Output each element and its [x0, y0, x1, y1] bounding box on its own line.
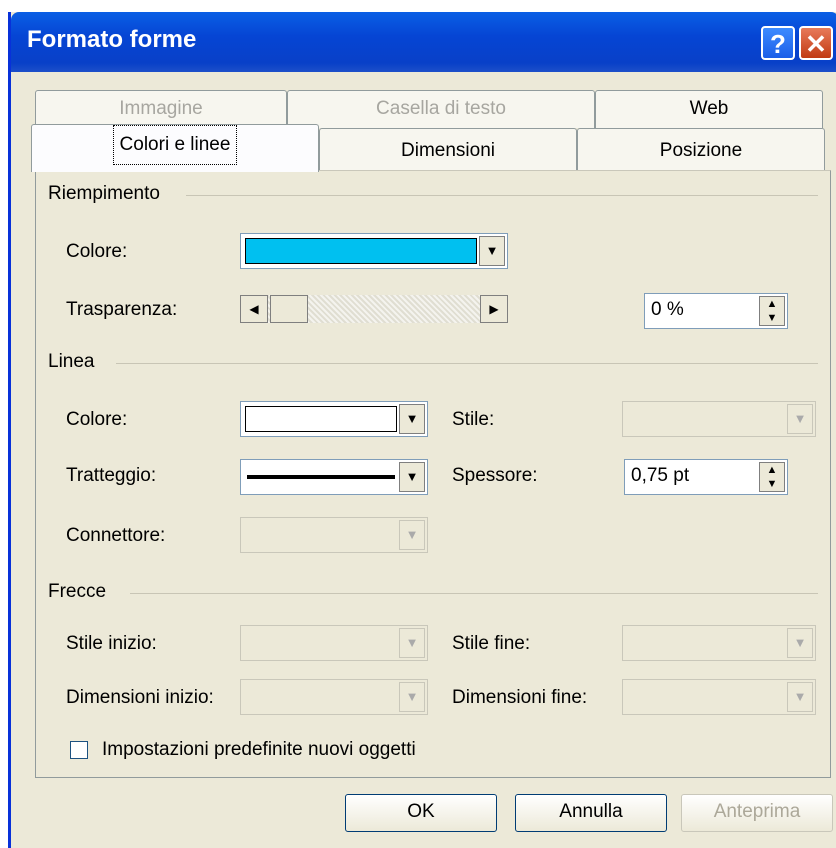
fill-color-label: Colore:	[66, 241, 128, 262]
end-style-label: Stile fine:	[452, 633, 531, 654]
dash-line-sample	[247, 475, 395, 479]
weight-input[interactable]: 0,75 pt ▲ ▼	[624, 459, 788, 495]
chevron-down-icon[interactable]: ▼	[787, 682, 813, 712]
fill-color-swatch	[245, 238, 477, 264]
tab-colori-e-linee[interactable]: Colori e linee	[31, 124, 319, 172]
help-button[interactable]: ?	[761, 26, 795, 60]
default-checkbox[interactable]	[70, 741, 88, 759]
title-bar[interactable]: Formato forme ? ✕	[11, 12, 836, 72]
scroll-right-icon[interactable]: ▶	[480, 295, 508, 323]
transparency-slider[interactable]: ◀ ▶	[240, 295, 508, 323]
dash-dropdown[interactable]: ▼	[240, 459, 428, 495]
ok-button[interactable]: OK	[345, 794, 497, 832]
chevron-down-icon[interactable]: ▼	[399, 462, 425, 492]
close-button[interactable]: ✕	[799, 26, 833, 60]
spin-down-icon[interactable]: ▼	[760, 477, 784, 491]
connector-label: Connettore:	[66, 525, 166, 546]
transparency-input[interactable]: 0 % ▲ ▼	[644, 293, 788, 329]
preview-button[interactable]: Anteprima	[681, 794, 833, 832]
chevron-down-icon[interactable]: ▼	[479, 236, 505, 266]
line-section-title: Linea	[48, 351, 95, 372]
transparency-label: Trasparenza:	[66, 299, 178, 320]
tab-label: Casella di testo	[376, 98, 506, 119]
chevron-down-icon[interactable]: ▼	[399, 628, 425, 658]
chevron-down-icon[interactable]: ▼	[399, 404, 425, 434]
tab-label: Colori e linee	[112, 125, 238, 165]
window-title: Formato forme	[27, 26, 197, 53]
begin-size-label: Dimensioni inizio:	[66, 687, 214, 708]
cancel-button[interactable]: Annulla	[515, 794, 667, 832]
divider	[130, 593, 818, 594]
line-color-swatch	[245, 406, 397, 432]
tab-panel: Riempimento Colore: ▼ Trasparenza: ◀ ▶ 0…	[35, 170, 831, 778]
chevron-down-icon[interactable]: ▼	[787, 628, 813, 658]
tab-label: Immagine	[119, 98, 203, 119]
close-icon: ✕	[805, 29, 827, 59]
fill-section-title: Riempimento	[48, 183, 160, 204]
weight-spinner[interactable]: ▲ ▼	[759, 462, 785, 492]
spin-up-icon[interactable]: ▲	[760, 463, 784, 477]
connector-dropdown[interactable]: ▼	[240, 517, 428, 553]
chevron-down-icon[interactable]: ▼	[787, 404, 813, 434]
end-size-label: Dimensioni fine:	[452, 687, 588, 708]
begin-style-label: Stile inizio:	[66, 633, 157, 654]
transparency-spinner[interactable]: ▲ ▼	[759, 296, 785, 326]
fill-color-dropdown[interactable]: ▼	[240, 233, 508, 269]
spin-down-icon[interactable]: ▼	[760, 311, 784, 325]
weight-value: 0,75 pt	[631, 465, 690, 486]
chevron-down-icon[interactable]: ▼	[399, 520, 425, 550]
line-color-dropdown[interactable]: ▼	[240, 401, 428, 437]
help-icon: ?	[770, 29, 786, 59]
divider	[186, 195, 818, 196]
transparency-value: 0 %	[651, 299, 684, 320]
tab-immagine[interactable]: Immagine	[35, 90, 287, 128]
arrows-section-title: Frecce	[48, 581, 107, 602]
divider	[116, 363, 818, 364]
end-style-dropdown[interactable]: ▼	[622, 625, 816, 661]
tab-dimensioni[interactable]: Dimensioni	[319, 128, 577, 170]
begin-style-dropdown[interactable]: ▼	[240, 625, 428, 661]
end-size-dropdown[interactable]: ▼	[622, 679, 816, 715]
weight-label: Spessore:	[452, 465, 538, 486]
scroll-left-icon[interactable]: ◀	[240, 295, 268, 323]
chevron-down-icon[interactable]: ▼	[399, 682, 425, 712]
tab-label: Dimensioni	[401, 140, 495, 161]
tab-web[interactable]: Web	[595, 90, 823, 128]
tab-label: Posizione	[659, 140, 743, 161]
tab-casella-di-testo[interactable]: Casella di testo	[287, 90, 595, 128]
dialog-window: Formato forme ? ✕ Immagine Casella di te…	[8, 12, 836, 848]
line-color-label: Colore:	[66, 409, 128, 430]
dash-label: Tratteggio:	[66, 465, 157, 486]
slider-thumb[interactable]	[270, 295, 308, 323]
spin-up-icon[interactable]: ▲	[760, 297, 784, 311]
tab-label: Web	[689, 98, 729, 119]
line-style-dropdown[interactable]: ▼	[622, 401, 816, 437]
begin-size-dropdown[interactable]: ▼	[240, 679, 428, 715]
tab-posizione[interactable]: Posizione	[577, 128, 825, 170]
line-style-label: Stile:	[452, 409, 495, 430]
default-checkbox-label[interactable]: Impostazioni predefinite nuovi oggetti	[102, 739, 416, 761]
